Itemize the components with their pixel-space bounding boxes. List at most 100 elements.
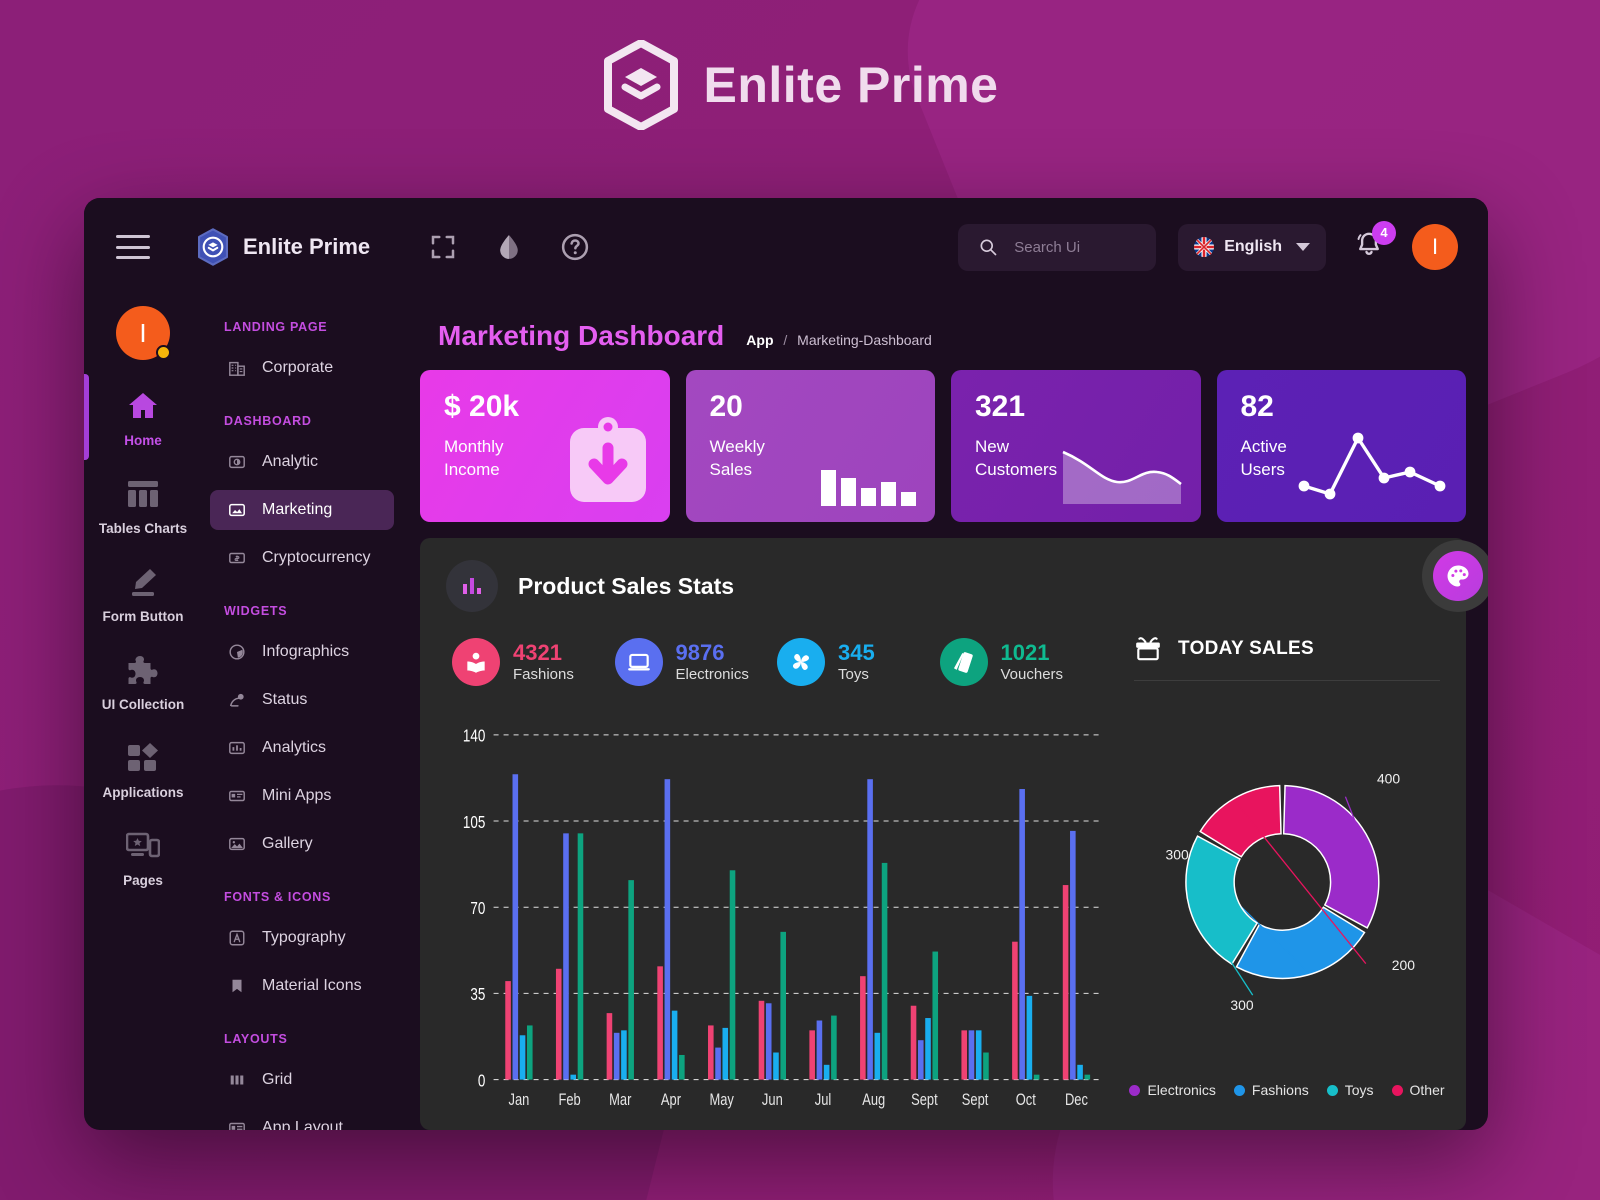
app-brand-name: Enlite Prime — [243, 234, 371, 259]
rail-item-label: Pages — [123, 873, 163, 888]
sidebar-item-analytic[interactable]: Analytic — [210, 442, 394, 482]
main-content: Marketing Dashboard App / Marketing-Dash… — [402, 296, 1488, 1130]
donut-value-label: 400 — [1377, 770, 1400, 786]
sidebar-item-grid[interactable]: Grid — [210, 1060, 394, 1100]
rail-item-pages[interactable]: Pages — [84, 826, 202, 888]
sidebar-item-label: Corporate — [262, 359, 334, 376]
app-header: Enlite Prime Search Ui English 4 I — [84, 198, 1488, 296]
sidebar-nav: LANDING PAGE Corporate DASHBOARD Analyti… — [202, 296, 402, 1130]
analytics-bar-icon — [229, 741, 245, 755]
product-stat-value: 345 — [838, 640, 875, 666]
stat-card-label-1: Weekly — [709, 437, 765, 456]
svg-text:Sept: Sept — [962, 1091, 989, 1110]
sidebar-item-corporate[interactable]: Corporate — [210, 348, 394, 388]
sidebar-item-label: Analytics — [262, 739, 327, 756]
rail-item-form-button[interactable]: Form Button — [84, 562, 202, 624]
bookmark-icon — [232, 979, 242, 993]
search-input[interactable] — [1014, 238, 1135, 256]
rail-item-home[interactable]: Home — [84, 386, 202, 448]
applications-icon — [84, 738, 202, 778]
stat-card-new-customers[interactable]: 321 New Customers — [951, 370, 1201, 522]
nav-group-title: LAYOUTS — [224, 1032, 288, 1046]
fullscreen-icon[interactable] — [428, 232, 458, 262]
product-stat-label: Fashions — [513, 665, 574, 683]
avatar[interactable]: I — [1412, 224, 1458, 270]
rail-item-tables-charts[interactable]: Tables Charts — [84, 474, 202, 536]
rail-item-applications[interactable]: Applications — [84, 738, 202, 800]
sidebar-item-cryptocurrency[interactable]: Cryptocurrency — [210, 538, 394, 578]
product-stat-fashions[interactable]: 4321 Fashions — [452, 638, 615, 686]
sidebar-item-label: Status — [262, 691, 308, 708]
sidebar-item-mini-apps[interactable]: Mini Apps — [210, 776, 394, 816]
sidebar-item-marketing[interactable]: Marketing — [210, 490, 394, 530]
sidebar-item-material-icons[interactable]: Material Icons — [210, 966, 394, 1006]
app-window: Enlite Prime Search Ui English 4 I I Hom… — [84, 198, 1488, 1130]
sidebar-item-gallery[interactable]: Gallery — [210, 824, 394, 864]
legend-item-electronics[interactable]: Electronics — [1129, 1082, 1216, 1098]
today-sales-donut[interactable]: 400 300 300 200 — [1134, 681, 1440, 1082]
search-box[interactable] — [958, 223, 1157, 271]
svg-text:Apr: Apr — [661, 1091, 681, 1110]
icon-rail: I Home Tables Charts Form Button UI Coll… — [84, 296, 202, 1130]
svg-text:105: 105 — [463, 813, 486, 832]
donut-slice[interactable] — [1235, 905, 1366, 979]
legend-item-toys[interactable]: Toys — [1326, 1082, 1374, 1098]
sidebar-item-analytics[interactable]: Analytics — [210, 728, 394, 768]
legend-item-other[interactable]: Other — [1391, 1082, 1445, 1098]
rail-item-ui-collection[interactable]: UI Collection — [84, 650, 202, 712]
download-badge-icon — [569, 417, 646, 502]
page-header: Marketing Dashboard App / Marketing-Dash… — [420, 308, 1466, 370]
product-stat-label: Toys — [838, 665, 869, 683]
sidebar-item-app-layout[interactable]: App Layout — [210, 1108, 394, 1130]
legend-label: Other — [1409, 1082, 1445, 1098]
sidebar-item-infographics[interactable]: Infographics — [210, 632, 394, 672]
stat-card-weekly-sales[interactable]: 20 Weekly Sales — [685, 370, 935, 522]
breadcrumb-current: Marketing-Dashboard — [797, 332, 932, 348]
hamburger-menu-icon[interactable] — [116, 235, 150, 259]
legend-label: Electronics — [1147, 1082, 1216, 1098]
sales-bar-chart[interactable]: 0 35 70 105 140 Jan Feb Mar Apr May Jun Jul Aug Sept S… — [446, 716, 1108, 1120]
legend-item-fashions[interactable]: Fashions — [1233, 1082, 1309, 1098]
nav-group-title: WIDGETS — [224, 604, 288, 618]
app-brand[interactable]: Enlite Prime — [196, 228, 370, 266]
notifications-button[interactable]: 4 — [1354, 220, 1396, 265]
banner: Enlite Prime — [0, 40, 1600, 130]
panel-header: Product Sales Stats — [446, 560, 1440, 612]
sidebar-item-label: Grid — [262, 1071, 293, 1088]
svg-text:35: 35 — [470, 986, 485, 1005]
svg-text:May: May — [709, 1091, 734, 1110]
language-selector[interactable]: English — [1178, 223, 1326, 271]
help-circle-icon[interactable] — [560, 232, 590, 262]
nav-group-title: DASHBOARD — [224, 414, 312, 428]
sidebar-item-label: Marketing — [262, 501, 333, 518]
search-icon — [980, 239, 997, 256]
rail-avatar[interactable]: I — [116, 306, 171, 360]
sidebar-item-label: Typography — [262, 929, 346, 946]
rail-item-label: UI Collection — [101, 697, 185, 712]
breadcrumb: App / Marketing-Dashboard — [746, 332, 932, 348]
pages-devices-icon — [84, 826, 202, 866]
enlite-hexagon-logo — [603, 40, 678, 130]
sidebar-item-typography[interactable]: Typography — [210, 918, 394, 958]
svg-text:0: 0 — [478, 1072, 486, 1091]
donut-slice[interactable] — [1185, 834, 1259, 965]
app-layout-icon — [229, 1122, 245, 1130]
typography-icon — [229, 930, 245, 946]
app-body: I Home Tables Charts Form Button UI Coll… — [84, 296, 1488, 1130]
nav-group-title: FONTS & ICONS — [224, 890, 332, 904]
product-stat-electronics[interactable]: 9876 Electronics — [614, 638, 778, 686]
breadcrumb-root[interactable]: App — [746, 332, 773, 348]
donut-value-label: 300 — [1230, 996, 1253, 1012]
theme-droplet-icon[interactable] — [494, 232, 524, 262]
svg-text:Dec: Dec — [1065, 1091, 1088, 1110]
product-stat-label: Electronics — [675, 665, 749, 683]
panel-title: Product Sales Stats — [518, 572, 735, 599]
sidebar-item-status[interactable]: Status — [210, 680, 394, 720]
grid-icon — [230, 1075, 244, 1085]
stat-card-monthly-income[interactable]: $ 20k Monthly Income — [420, 370, 670, 522]
product-stat-vouchers[interactable]: 1021 Vouchers — [939, 638, 1103, 686]
product-stat-toys[interactable]: 345 Toys — [777, 638, 940, 686]
donut-slice[interactable] — [1282, 784, 1380, 929]
stat-card-active-users[interactable]: 82 Active Users — [1216, 370, 1466, 522]
palette-button[interactable] — [1433, 551, 1483, 601]
